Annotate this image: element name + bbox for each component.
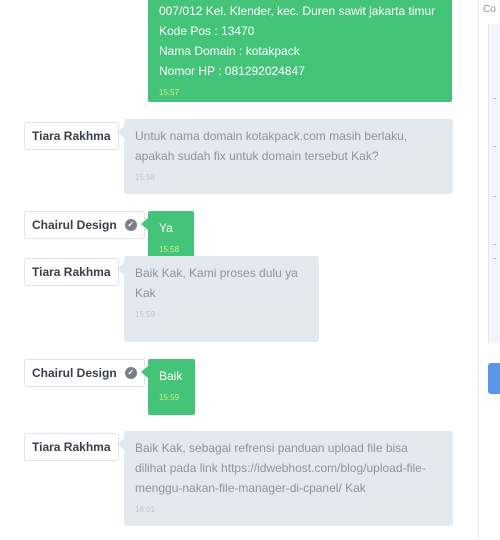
side-panel-divider	[493, 196, 496, 197]
check-circle-icon: ✓	[124, 367, 137, 379]
message-bubble: Baik Kak, sebagai refrensi panduan uploa…	[124, 431, 453, 526]
chat-thread: 007/012 Kel. Klender, kec. Duren sawit j…	[0, 0, 478, 540]
message-bubble: Untuk nama domain kotakpack.com masih be…	[124, 119, 453, 194]
sender-name-tag[interactable]: Tiara Rakhma	[24, 433, 119, 461]
message-text: Baik Kak, Kami proses dulu ya Kak	[135, 266, 298, 300]
message-time: 16:01	[135, 505, 156, 514]
side-panel-divider	[493, 98, 496, 99]
message-bubble: Baik Kak, Kami proses dulu ya Kak 15:59	[124, 256, 319, 342]
own-message-bubble: 007/012 Kel. Klender, kec. Duren sawit j…	[148, 0, 452, 102]
message-line: Kode Pos : 13470	[159, 24, 255, 38]
bubble-tail	[117, 263, 124, 275]
bubble-tail	[141, 218, 148, 230]
check-circle-icon: ✓	[124, 219, 137, 231]
message-time: 15:58	[135, 173, 156, 182]
sender-name: Tiara Rakhma	[32, 129, 111, 143]
sender-name: Tiara Rakhma	[32, 440, 111, 454]
message-time: 15:59	[135, 310, 156, 319]
message-line: 007/012 Kel. Klender, kec. Duren sawit j…	[159, 4, 436, 18]
side-panel-label: Co	[483, 4, 496, 15]
own-message-bubble: Baik 15:59	[148, 359, 195, 415]
side-panel-card	[488, 24, 500, 343]
sender-name-tag[interactable]: Tiara Rakhma	[24, 258, 119, 286]
message-line: Nama Domain : kotakpack	[159, 44, 300, 58]
message-time: 15:59	[159, 393, 180, 402]
message-time: 15:58	[159, 245, 180, 254]
bubble-tail	[117, 126, 124, 138]
message-text: Untuk nama domain kotakpack.com masih be…	[135, 129, 408, 163]
sender-name-tag[interactable]: Chairul Design ✓	[24, 211, 145, 239]
message-text: Baik	[159, 369, 183, 383]
message-line: Nomor HP : 081292024847	[159, 64, 305, 78]
sender-name: Tiara Rakhma	[32, 265, 111, 279]
bubble-tail	[117, 438, 124, 450]
side-panel-divider	[493, 146, 496, 147]
message-time: 15:57	[159, 88, 180, 97]
side-panel-button[interactable]	[488, 363, 500, 394]
message-text: Baik Kak, sebagai refrensi panduan uploa…	[135, 441, 426, 495]
sender-name-tag[interactable]: Chairul Design ✓	[24, 359, 145, 387]
message-text: Ya	[159, 221, 173, 235]
sender-name: Chairul Design	[32, 366, 117, 380]
bubble-tail	[141, 366, 148, 378]
sender-name: Chairul Design	[32, 218, 117, 232]
side-panel-divider	[493, 244, 496, 245]
sender-name-tag[interactable]: Tiara Rakhma	[24, 122, 119, 150]
side-panel-divider	[493, 258, 496, 259]
side-panel: Co	[479, 0, 500, 540]
